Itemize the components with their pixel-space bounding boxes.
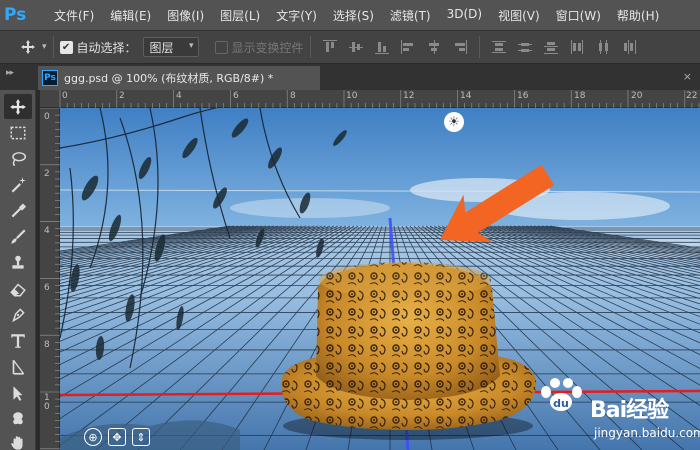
lasso-icon[interactable] [4,146,32,171]
3d-camera-controls: ⊕ ✥ ⇕ [84,428,150,446]
pen-icon[interactable] [4,302,32,327]
eyedropper-icon[interactable] [4,198,32,223]
align-vertical-center-icon[interactable] [348,40,363,54]
ruler-number: 2 [119,91,125,101]
align-horizontal-center-icon[interactable] [427,40,441,54]
align-left-icon[interactable] [400,40,415,54]
watermark-brand: Bai经验 [590,398,669,423]
distribute-top-icon[interactable] [491,40,506,54]
menu-filter[interactable]: 滤镜(T) [382,7,439,24]
type-tool-icon[interactable] [4,328,32,353]
collapse-panel-icon[interactable]: ▸▸ [6,68,14,78]
chevron-down-icon: ▾ [189,41,194,51]
options-separator [478,36,480,58]
tools-panel [0,90,36,450]
clone-stamp-icon[interactable] [4,250,32,275]
ruler-number: 6 [233,91,239,101]
ruler-number: 18 [574,91,586,101]
quick-selection-icon[interactable] [4,172,32,197]
ruler-number: 4 [176,91,182,101]
distribute-horizontal-center-icon[interactable] [596,40,610,54]
horizontal-ruler-ticks [59,90,700,108]
ruler-number: 10 [346,91,358,101]
move-tool-preset-icon[interactable]: ▾ [20,39,47,55]
options-separator [309,36,311,58]
ruler-number: 0 [62,91,68,101]
pan-3d-camera-icon[interactable]: ✥ [108,428,126,446]
psd-file-icon: Ps [42,70,58,86]
document-tab-row: ▸▸ Ps ggg.psd @ 100% (布纹材质, RGB/8#) * × [0,64,700,90]
auto-select-target-dropdown[interactable]: 图层 ▾ [142,37,199,57]
ruler-number: 8 [44,340,50,350]
eraser-icon[interactable] [4,276,32,301]
menu-type[interactable]: 文字(Y) [268,7,325,24]
hand-icon[interactable] [4,430,32,450]
distribute-right-icon[interactable] [622,40,636,54]
show-transform-checkbox[interactable] [214,40,228,54]
panel-close-icon[interactable]: × [683,70,692,83]
menu-list: 文件(F) 编辑(E) 图像(I) 图层(L) 文字(Y) 选择(S) 滤镜(T… [46,7,667,24]
options-separator [52,36,54,58]
ruler-number: 16 [517,91,529,101]
ruler-number: 4 [44,226,50,236]
menu-layer[interactable]: 图层(L) [212,7,268,24]
ruler-number: 8 [290,91,296,101]
distribute-left-icon[interactable] [570,40,584,54]
align-bottom-icon[interactable] [374,40,389,54]
menu-view[interactable]: 视图(V) [490,7,548,24]
align-top-icon[interactable] [322,40,337,54]
orbit-3d-camera-icon[interactable]: ⊕ [84,428,102,446]
ruler-number: 6 [44,283,50,293]
document-tab[interactable]: Ps ggg.psd @ 100% (布纹材质, RGB/8#) * [38,66,320,90]
ruler-number: 2 [44,169,50,179]
horizontal-ruler[interactable]: 0 2 4 6 8 10 12 14 16 18 20 22 [40,90,700,108]
ruler-number: 22 [686,91,698,101]
show-transform-label: 显示变换控件 [231,40,304,55]
custom-shape-icon[interactable] [4,406,32,431]
menu-edit[interactable]: 编辑(E) [102,7,159,24]
ruler-number: 20 [631,91,643,101]
ruler-number: 12 [403,91,415,101]
dolly-3d-camera-icon[interactable]: ⇕ [132,428,150,446]
ruler-number: 14 [460,91,472,101]
ruler-number: 0 [44,112,50,122]
rectangular-marquee-icon[interactable] [4,120,32,145]
auto-select-label: 自动选择： [76,40,137,55]
auto-select-target-value: 图层 [149,40,174,55]
direct-selection-icon[interactable] [4,380,32,405]
menu-bar: Ps 文件(F) 编辑(E) 图像(I) 图层(L) 文字(Y) 选择(S) 滤… [0,0,700,30]
move-tool-icon[interactable] [4,94,32,119]
menu-help[interactable]: 帮助(H) [609,7,667,24]
menu-image[interactable]: 图像(I) [159,7,212,24]
menu-3d[interactable]: 3D(D) [439,7,490,24]
svg-text:du: du [553,397,569,410]
auto-select-checkbox[interactable]: ✔ [59,40,73,54]
distribute-bottom-icon[interactable] [543,40,558,54]
menu-window[interactable]: 窗口(W) [548,7,609,24]
distribute-vertical-center-icon[interactable] [517,40,532,54]
menu-file[interactable]: 文件(F) [46,7,102,24]
align-right-icon[interactable] [453,40,467,54]
options-bar: ▾ ✔ 自动选择： 图层 ▾ 显示变换控件 [0,30,700,64]
menu-select[interactable]: 选择(S) [325,7,382,24]
document-canvas[interactable]: du Bai经验 jingyan.baidu.com ☀ ⊕ ✥ ⇕ [60,108,700,450]
watermark-url: jingyan.baidu.com [594,426,700,440]
light-widget-icon[interactable]: ☀ [444,112,464,132]
vertical-ruler[interactable]: 0 2 4 6 8 1 0 [40,108,60,450]
document-tab-title: ggg.psd @ 100% (布纹材质, RGB/8#) * [64,72,274,85]
ruler-number: 1 0 [44,393,50,412]
path-selection-icon[interactable] [4,354,32,379]
photoshop-logo: Ps [4,5,27,25]
brush-icon[interactable] [4,224,32,249]
